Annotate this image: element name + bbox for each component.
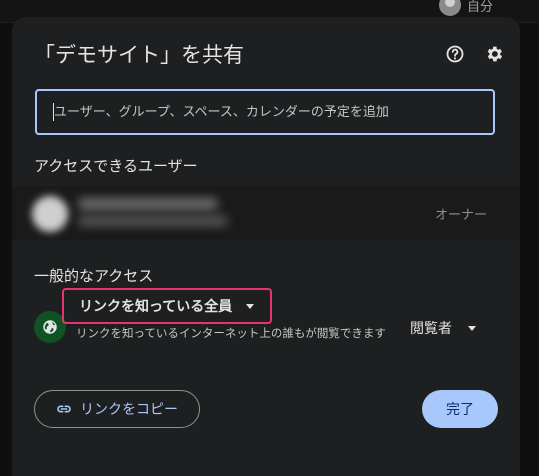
copy-link-label: リンクをコピー	[80, 402, 178, 418]
text-cursor	[53, 103, 54, 121]
dialog-title: 「デモサイト」を共有	[34, 43, 244, 67]
general-access-option: リンクを知っている全員	[79, 299, 233, 315]
role-dropdown[interactable]: 閲覧者	[410, 318, 476, 338]
background-user-chip: 自分	[438, 0, 493, 16]
gear-icon[interactable]	[483, 43, 505, 65]
avatar	[438, 0, 461, 16]
add-people-input[interactable]	[37, 91, 493, 133]
general-access-description: リンクを知っているインターネット上の誰もが閲覧できます	[76, 326, 386, 340]
general-access-heading: 一般的なアクセス	[34, 267, 154, 285]
done-button[interactable]: 完了	[422, 390, 498, 428]
share-dialog: 「デモサイト」を共有 アクセスできるユーザー オーナー 一般的なアクセス リンク…	[12, 17, 520, 476]
role-label: 閲覧者	[410, 321, 452, 337]
help-icon[interactable]	[444, 43, 466, 65]
general-access-dropdown[interactable]: リンクを知っている全員	[62, 288, 272, 324]
owner-avatar	[32, 196, 68, 232]
copy-link-button[interactable]: リンクをコピー	[34, 390, 200, 428]
people-with-access-heading: アクセスできるユーザー	[34, 157, 198, 175]
dropdown-arrow-icon	[468, 325, 476, 331]
owner-role-label: オーナー	[434, 208, 487, 223]
add-people-field[interactable]	[35, 89, 495, 135]
owner-name-redacted	[78, 198, 218, 210]
background-user-label: 自分	[466, 0, 493, 15]
owner-user-row: オーナー	[12, 186, 520, 240]
link-icon	[57, 405, 71, 413]
owner-email-redacted	[78, 216, 228, 226]
dropdown-arrow-icon	[246, 303, 255, 309]
